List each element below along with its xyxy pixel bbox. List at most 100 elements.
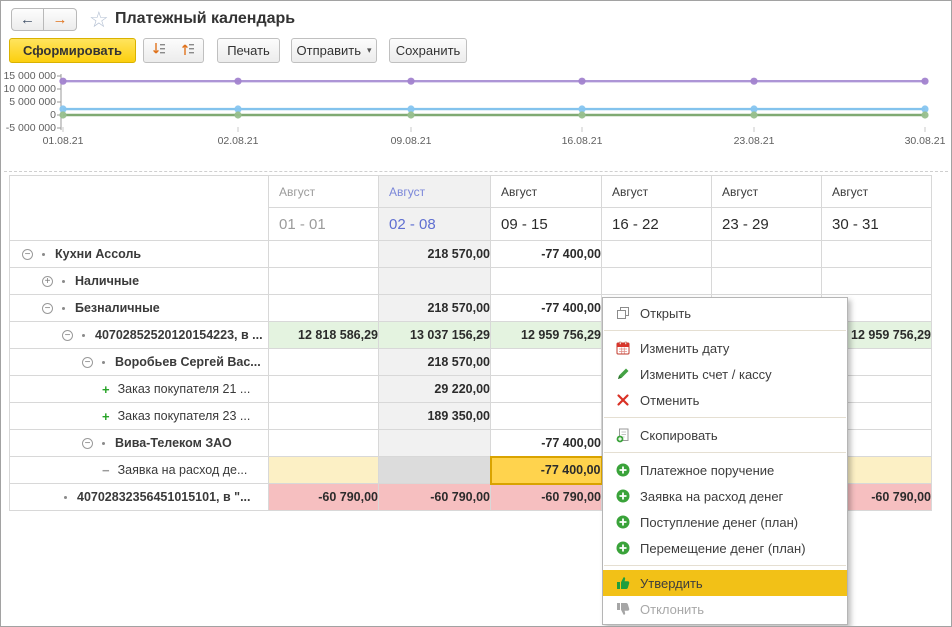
- grid-cell[interactable]: 218 570,00: [379, 241, 491, 268]
- sort-descending-button[interactable]: [143, 38, 174, 63]
- grid-cell[interactable]: [379, 430, 491, 457]
- grid-cell[interactable]: [602, 241, 712, 268]
- grid-cell[interactable]: [269, 457, 379, 484]
- x-axis-label: 09.08.21: [391, 135, 432, 147]
- grid-cell[interactable]: [491, 403, 602, 430]
- menu-item[interactable]: Открыть: [603, 300, 847, 326]
- row-label-cell[interactable]: +Наличные: [10, 268, 269, 295]
- row-label-cell[interactable]: + Заказ покупателя 21 ...: [10, 376, 269, 403]
- grid-header-month[interactable]: Август: [712, 176, 822, 208]
- chart-table-separator: [4, 171, 948, 172]
- grid-header-period[interactable]: 02 - 08: [379, 208, 491, 241]
- row-label-cell[interactable]: −Заявка на расход де...: [10, 457, 269, 484]
- menu-item[interactable]: Изменить дату: [603, 335, 847, 361]
- grid-cell[interactable]: -77 400,00: [491, 457, 602, 484]
- grid-cell[interactable]: 189 350,00: [379, 403, 491, 430]
- thumb-up-icon: [614, 575, 631, 591]
- grid-cell[interactable]: -60 790,00: [269, 484, 379, 511]
- grid-cell[interactable]: [491, 268, 602, 295]
- menu-item[interactable]: Отменить: [603, 387, 847, 413]
- tree-expander-icon[interactable]: +: [42, 276, 53, 287]
- menu-item[interactable]: Поступление денег (план): [603, 509, 847, 535]
- grid-cell[interactable]: 218 570,00: [379, 349, 491, 376]
- sort-ascending-button[interactable]: [173, 38, 204, 63]
- grid-cell[interactable]: [822, 268, 932, 295]
- grid-cell[interactable]: -60 790,00: [491, 484, 602, 511]
- plus-circle-icon: [614, 488, 631, 504]
- grid-cell[interactable]: [379, 268, 491, 295]
- generate-button[interactable]: Сформировать: [9, 38, 136, 63]
- row-label-cell[interactable]: −Безналичные: [10, 295, 269, 322]
- grid-cell[interactable]: -77 400,00: [491, 295, 602, 322]
- favorite-star-icon[interactable]: ☆: [89, 7, 109, 33]
- row-label-cell[interactable]: −Вива-Телеком ЗАО: [10, 430, 269, 457]
- tree-expander-icon[interactable]: −: [42, 303, 53, 314]
- table-row[interactable]: +Наличные: [10, 268, 932, 295]
- print-button[interactable]: Печать: [217, 38, 280, 63]
- tree-expander-icon[interactable]: −: [22, 249, 33, 260]
- grid-corner-cell[interactable]: [10, 176, 269, 241]
- grid-cell[interactable]: 12 818 586,29: [269, 322, 379, 349]
- row-label: Заказ покупателя 21 ...: [118, 382, 251, 396]
- grid-cell[interactable]: -60 790,00: [379, 484, 491, 511]
- grid-cell[interactable]: -77 400,00: [491, 430, 602, 457]
- grid-cell[interactable]: [602, 268, 712, 295]
- forward-button[interactable]: →: [44, 8, 77, 31]
- grid-cell[interactable]: [269, 430, 379, 457]
- grid-cell[interactable]: [269, 376, 379, 403]
- row-label-cell[interactable]: +Заказ покупателя 23 ...: [10, 403, 269, 430]
- row-label-cell[interactable]: −Кухни Ассоль: [10, 241, 269, 268]
- grid-cell[interactable]: [491, 376, 602, 403]
- grid-header-period[interactable]: 16 - 22: [602, 208, 712, 241]
- bullet-icon: [62, 280, 65, 283]
- y-axis-label: 15 000 000: [1, 70, 56, 82]
- grid-header-month[interactable]: Август: [822, 176, 932, 208]
- tree-expander-icon[interactable]: −: [82, 357, 93, 368]
- cancel-icon: [614, 392, 631, 408]
- grid-cell[interactable]: [269, 403, 379, 430]
- back-button[interactable]: ←: [11, 8, 44, 31]
- grid-cell[interactable]: [269, 241, 379, 268]
- grid-header-period[interactable]: 09 - 15: [491, 208, 602, 241]
- grid-header-period[interactable]: 01 - 01: [269, 208, 379, 241]
- grid-cell[interactable]: 12 959 756,29: [491, 322, 602, 349]
- grid-cell[interactable]: [269, 268, 379, 295]
- menu-item-label: Скопировать: [640, 428, 718, 443]
- grid-header-month[interactable]: Август: [379, 176, 491, 208]
- menu-item[interactable]: Заявка на расход денег: [603, 483, 847, 509]
- menu-item[interactable]: Изменить счет / кассу: [603, 361, 847, 387]
- grid-header-month[interactable]: Август: [491, 176, 602, 208]
- chevron-down-icon: ▾: [367, 45, 372, 56]
- send-button[interactable]: Отправить ▾: [291, 38, 377, 63]
- x-axis-label: 23.08.21: [734, 135, 775, 147]
- menu-item[interactable]: Перемещение денег (план): [603, 535, 847, 561]
- menu-item[interactable]: Утвердить: [603, 570, 847, 596]
- grid-header-period[interactable]: 23 - 29: [712, 208, 822, 241]
- grid-cell[interactable]: [269, 349, 379, 376]
- grid-header-month[interactable]: Август: [602, 176, 712, 208]
- grid-cell[interactable]: [269, 295, 379, 322]
- grid-cell[interactable]: [822, 241, 932, 268]
- menu-item[interactable]: Платежное поручение: [603, 457, 847, 483]
- grid-cell[interactable]: [491, 349, 602, 376]
- menu-separator: [604, 330, 846, 331]
- grid-header-period[interactable]: 30 - 31: [822, 208, 932, 241]
- row-label-cell[interactable]: 40702832356451015101, в "...: [10, 484, 269, 511]
- grid-cell[interactable]: [712, 268, 822, 295]
- tree-expander-icon[interactable]: −: [62, 330, 73, 341]
- grid-cell[interactable]: [379, 457, 491, 484]
- table-row[interactable]: −Кухни Ассоль 218 570,00-77 400,00: [10, 241, 932, 268]
- grid-cell[interactable]: [712, 241, 822, 268]
- row-label-cell[interactable]: −Воробьев Сергей Вас...: [10, 349, 269, 376]
- menu-item[interactable]: Скопировать: [603, 422, 847, 448]
- grid-cell[interactable]: 13 037 156,29: [379, 322, 491, 349]
- save-button[interactable]: Сохранить: [389, 38, 467, 63]
- grid-cell[interactable]: 29 220,00: [379, 376, 491, 403]
- row-label-cell[interactable]: −40702852520120154223, в ...: [10, 322, 269, 349]
- payment-calendar-window: ← → ☆ Платежный календарь Сформировать П…: [0, 0, 952, 627]
- plus-marker-icon: +: [102, 382, 110, 397]
- grid-header-month[interactable]: Август: [269, 176, 379, 208]
- tree-expander-icon[interactable]: −: [82, 438, 93, 449]
- grid-cell[interactable]: -77 400,00: [491, 241, 602, 268]
- grid-cell[interactable]: 218 570,00: [379, 295, 491, 322]
